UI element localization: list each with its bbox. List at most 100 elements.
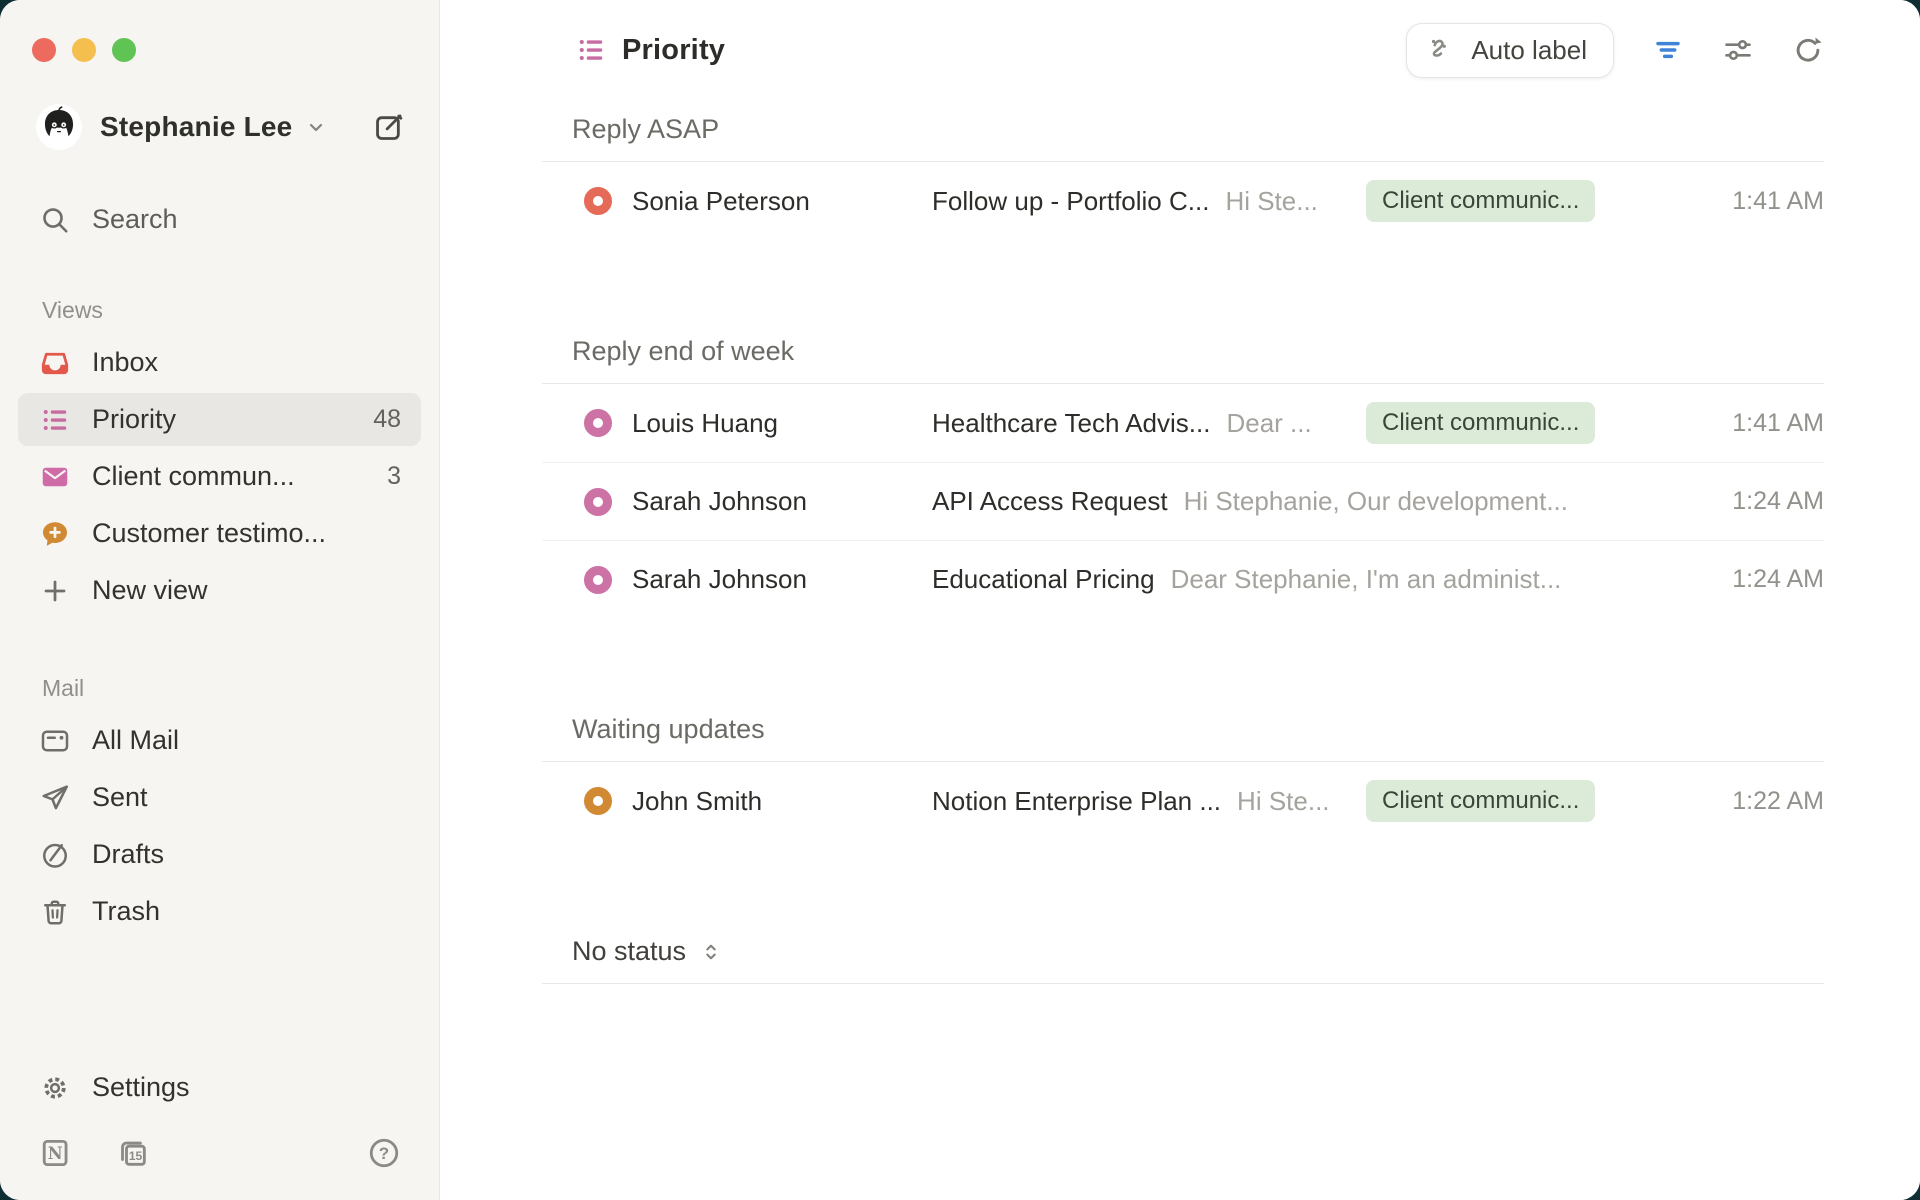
unread-count: 3 (387, 462, 401, 491)
app-window: Stephanie Lee Search Views (0, 0, 1920, 1200)
svg-text:15: 15 (129, 1149, 143, 1163)
email-preview: Hi Stephanie, Our development... (1184, 486, 1568, 517)
search-icon (40, 205, 70, 235)
main-panel: Priority Auto label (440, 0, 1920, 1200)
email-time: 1:41 AM (1702, 409, 1824, 438)
sidebar-item-sent[interactable]: Sent (18, 771, 421, 824)
chat-plus-icon (40, 519, 70, 549)
unread-count: 48 (373, 405, 401, 434)
sidebar-item-label: All Mail (92, 725, 179, 756)
views-group-label: Views (42, 297, 439, 324)
label-badge[interactable]: Client communic... (1366, 180, 1595, 222)
filter-icon[interactable] (1652, 34, 1684, 66)
chevron-up-down-icon (698, 939, 724, 965)
mail-icon (40, 462, 70, 492)
sidebar-item-drafts[interactable]: Drafts (18, 828, 421, 881)
email-list: Reply ASAP Sonia Peterson Follow up - Po… (440, 76, 1920, 1200)
all-mail-icon (40, 726, 70, 756)
email-preview: Dear Stephanie, I'm an administ... (1171, 564, 1562, 595)
email-row[interactable]: John Smith Notion Enterprise Plan ... Hi… (542, 762, 1824, 840)
status-dot-pink[interactable] (584, 409, 612, 437)
section-no-status: No status (542, 936, 1824, 984)
sidebar-item-label: Client commun... (92, 461, 295, 492)
email-sender: Louis Huang (632, 408, 932, 439)
email-subject: Follow up - Portfolio C... (932, 186, 1209, 217)
email-preview: Hi Ste... (1225, 186, 1317, 217)
sidebar-item-priority[interactable]: Priority 48 (18, 393, 421, 446)
email-row[interactable]: Sonia Peterson Follow up - Portfolio C..… (542, 162, 1824, 240)
section-title: Waiting updates (542, 714, 1824, 745)
window-controls (0, 0, 439, 62)
auto-label-icon (1427, 35, 1457, 65)
email-row[interactable]: Sarah Johnson API Access Request Hi Step… (542, 462, 1824, 540)
send-icon (40, 783, 70, 813)
sidebar-item-settings[interactable]: Settings (18, 1061, 421, 1114)
email-sender: Sarah Johnson (632, 486, 932, 517)
email-subject: Healthcare Tech Advis... (932, 408, 1210, 439)
notion-icon[interactable]: N (38, 1136, 72, 1170)
auto-label-button[interactable]: Auto label (1406, 23, 1614, 78)
email-subject: Educational Pricing (932, 564, 1155, 595)
avatar (36, 104, 82, 150)
inbox-icon (40, 348, 70, 378)
section-title: Reply ASAP (542, 114, 1824, 145)
sidebar-item-all-mail[interactable]: All Mail (18, 714, 421, 767)
email-time: 1:22 AM (1702, 787, 1824, 816)
priority-list-icon (40, 405, 70, 435)
sidebar-item-label: Customer testimo... (92, 518, 326, 549)
no-status-label: No status (572, 936, 686, 967)
priority-list-icon (576, 35, 606, 65)
search-button[interactable]: Search (18, 194, 421, 245)
account-switcher[interactable]: Stephanie Lee (36, 104, 405, 150)
drafts-icon (40, 840, 70, 870)
email-preview: Dear ... (1226, 408, 1311, 439)
compose-button[interactable] (373, 111, 405, 143)
label-badge[interactable]: Client communic... (1366, 780, 1595, 822)
email-subject: Notion Enterprise Plan ... (932, 786, 1221, 817)
sidebar-item-trash[interactable]: Trash (18, 885, 421, 938)
mail-group-label: Mail (42, 675, 439, 702)
section-waiting-updates: Waiting updates John Smith Notion Enterp… (542, 714, 1824, 840)
calendar-icon[interactable]: 15 (116, 1136, 150, 1170)
email-row[interactable]: Sarah Johnson Educational Pricing Dear S… (542, 540, 1824, 618)
user-name: Stephanie Lee (100, 111, 292, 143)
auto-label-text: Auto label (1471, 35, 1587, 66)
view-header: Priority Auto label (440, 0, 1920, 76)
email-sender: Sonia Peterson (632, 186, 932, 217)
plus-icon (40, 576, 70, 606)
svg-text:?: ? (379, 1144, 389, 1163)
label-badge[interactable]: Client communic... (1366, 402, 1595, 444)
help-icon[interactable]: ? (367, 1136, 401, 1170)
sidebar-item-label: Sent (92, 782, 148, 813)
email-row[interactable]: Louis Huang Healthcare Tech Advis... Dea… (542, 384, 1824, 462)
status-dot-pink[interactable] (584, 566, 612, 594)
sidebar-item-label: Settings (92, 1072, 190, 1103)
search-label: Search (92, 204, 178, 235)
sliders-icon[interactable] (1722, 34, 1754, 66)
close-window-button[interactable] (32, 38, 56, 62)
sidebar-item-label: New view (92, 575, 208, 606)
gear-icon (40, 1073, 70, 1103)
sidebar-item-inbox[interactable]: Inbox (18, 336, 421, 389)
divider (542, 983, 1824, 984)
status-dot-pink[interactable] (584, 488, 612, 516)
sidebar-footer: N 15 ? (0, 1116, 439, 1200)
sidebar-item-label: Inbox (92, 347, 158, 378)
svg-text:N: N (48, 1144, 63, 1163)
trash-icon (40, 897, 70, 927)
email-time: 1:24 AM (1702, 565, 1824, 594)
section-title: Reply end of week (542, 336, 1824, 367)
minimize-window-button[interactable] (72, 38, 96, 62)
sidebar-item-client-communication[interactable]: Client commun... 3 (18, 450, 421, 503)
sidebar-item-label: Priority (92, 404, 176, 435)
sidebar-item-customer-testimonials[interactable]: Customer testimo... (18, 507, 421, 560)
email-sender: John Smith (632, 786, 932, 817)
refresh-icon[interactable] (1792, 34, 1824, 66)
status-dot-orange[interactable] (584, 787, 612, 815)
status-dot-red[interactable] (584, 187, 612, 215)
page-title: Priority (622, 34, 725, 67)
section-reply-asap: Reply ASAP Sonia Peterson Follow up - Po… (542, 114, 1824, 240)
sidebar-item-new-view[interactable]: New view (18, 564, 421, 617)
no-status-toggle[interactable]: No status (542, 936, 1824, 967)
zoom-window-button[interactable] (112, 38, 136, 62)
